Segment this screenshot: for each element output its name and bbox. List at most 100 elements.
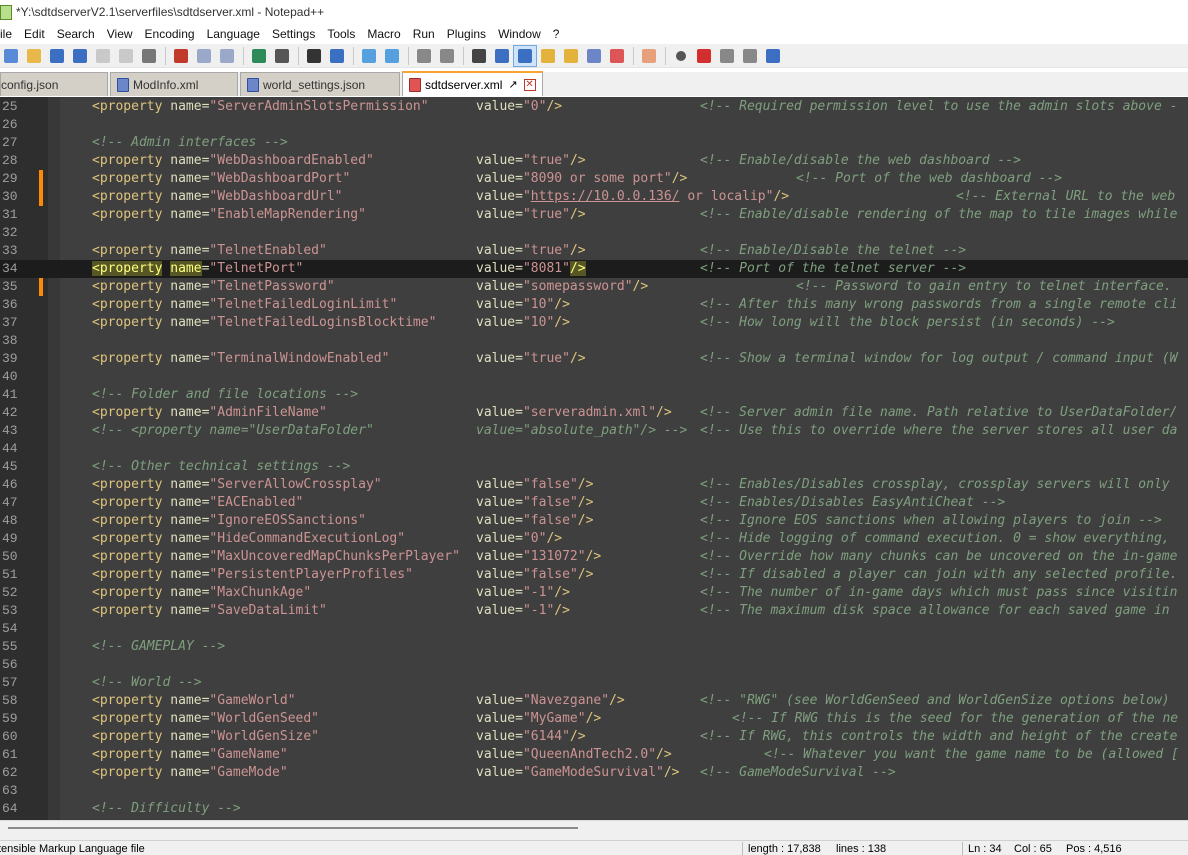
code-line[interactable]: 51 <property name="PersistentPlayerProfil… xyxy=(0,566,1188,584)
stop-macro-button[interactable] xyxy=(693,46,715,66)
indent-guide-button[interactable] xyxy=(513,44,537,67)
tab-sdtdserver-xml[interactable]: sdtdserver.xml ↗ ✕ xyxy=(402,71,543,96)
code-area[interactable]: 25 <property name="ServerAdminSlotsPermis… xyxy=(0,98,1188,818)
attr-name: name xyxy=(170,585,202,600)
code-line[interactable]: 43 <!-- <property name="UserDataFolder" va… xyxy=(0,422,1188,440)
menu-item[interactable]: Search xyxy=(51,24,101,44)
code-line[interactable]: 49 <property name="HideCommandExecutionLo… xyxy=(0,530,1188,548)
scrollbar-thumb[interactable] xyxy=(8,827,578,829)
menu-item[interactable]: Window xyxy=(492,24,547,44)
tab-config-json[interactable]: config.json xyxy=(0,72,108,96)
code-line[interactable]: 39 <property name="TerminalWindowEnabled"… xyxy=(0,350,1188,368)
code-line[interactable]: 36 <property name="TelnetFailedLoginLimit… xyxy=(0,296,1188,314)
code-line[interactable]: 62 <property name="GameMode" value="GameMo… xyxy=(0,764,1188,782)
run-macro-multiple-button[interactable] xyxy=(739,46,761,66)
redo-button[interactable] xyxy=(271,46,293,66)
close-tab-icon[interactable]: ✕ xyxy=(523,78,536,91)
code-line[interactable]: 41 <!-- Folder and file locations --> xyxy=(0,386,1188,404)
code-line[interactable]: 33 <property name="TelnetEnabled" value="t… xyxy=(0,242,1188,260)
menu-item[interactable]: ? xyxy=(547,24,566,44)
open-file-button[interactable] xyxy=(23,46,45,66)
replace-button[interactable] xyxy=(326,46,348,66)
menu-item[interactable]: Settings xyxy=(266,24,321,44)
code-line[interactable]: 56 xyxy=(0,656,1188,674)
menu-item[interactable]: Edit xyxy=(18,24,51,44)
language-button[interactable] xyxy=(537,46,559,66)
attr-name: name xyxy=(170,495,202,510)
code-line[interactable]: 28 <property name="WebDashboardEnabled" va… xyxy=(0,152,1188,170)
code-line[interactable]: 38 xyxy=(0,332,1188,350)
code-line[interactable]: 58 <property name="GameWorld" value="Navez… xyxy=(0,692,1188,710)
menu-item[interactable]: Macro xyxy=(361,24,406,44)
code-line[interactable]: 63 xyxy=(0,782,1188,800)
code-line[interactable]: 47 <property name="EACEnabled" value="fals… xyxy=(0,494,1188,512)
code-line[interactable]: 37 <property name="TelnetFailedLoginsBloc… xyxy=(0,314,1188,332)
paste-button[interactable] xyxy=(216,46,238,66)
menu-item[interactable]: Language xyxy=(201,24,266,44)
code-line[interactable]: 64 <!-- Difficulty --> xyxy=(0,800,1188,818)
code-line[interactable]: 29 <property name="WebDashboardPort" value… xyxy=(0,170,1188,188)
print-button[interactable] xyxy=(138,46,160,66)
menu-item[interactable]: Plugins xyxy=(441,24,492,44)
cut-button[interactable] xyxy=(170,46,192,66)
code-line[interactable]: 53 <property name="SaveDataLimit" value="-… xyxy=(0,602,1188,620)
zoom-out-button[interactable] xyxy=(381,46,403,66)
sync-vertical-button[interactable] xyxy=(413,46,435,66)
show-all-chars-button[interactable] xyxy=(491,46,513,66)
code-line[interactable]: 45 <!-- Other technical settings --> xyxy=(0,458,1188,476)
menu-item[interactable]: Encoding xyxy=(139,24,201,44)
code-line[interactable]: 46 <property name="ServerAllowCrossplay" v… xyxy=(0,476,1188,494)
new-file-button[interactable] xyxy=(0,46,22,66)
code-line[interactable]: 27 <!-- Admin interfaces --> xyxy=(0,134,1188,152)
code-line[interactable]: 55 <!-- GAMEPLAY --> xyxy=(0,638,1188,656)
close-all-button[interactable] xyxy=(115,46,137,66)
save-button[interactable] xyxy=(46,46,68,66)
code-line[interactable]: 44 xyxy=(0,440,1188,458)
code-line[interactable]: 50 <property name="MaxUncoveredMapChunksP… xyxy=(0,548,1188,566)
quote: " xyxy=(365,153,374,168)
code-line[interactable]: 35 <property name="TelnetPassword" value="… xyxy=(0,278,1188,296)
save-macro-button[interactable] xyxy=(762,46,784,66)
code-line[interactable]: 40 xyxy=(0,368,1188,386)
play-macro-button[interactable] xyxy=(716,46,738,66)
menu-item[interactable]: View xyxy=(101,24,139,44)
code-line[interactable]: 42 <property name="AdminFileName" value="s… xyxy=(0,404,1188,422)
function-list-button[interactable] xyxy=(560,46,582,66)
menu-item[interactable]: Tools xyxy=(321,24,361,44)
record-macro-button[interactable] xyxy=(670,46,692,66)
code-line[interactable]: 60 <property name="WorldGenSize" value="61… xyxy=(0,728,1188,746)
copy-button[interactable] xyxy=(193,46,215,66)
property-value: value="true"/> xyxy=(476,350,586,368)
code-line[interactable]: 25 <property name="ServerAdminSlotsPermis… xyxy=(0,98,1188,116)
code-line[interactable]: 61 <property name="GameName" value="QueenA… xyxy=(0,746,1188,764)
code-line[interactable]: 57 <!-- World --> xyxy=(0,674,1188,692)
code-line[interactable]: 54 xyxy=(0,620,1188,638)
word-wrap-button[interactable] xyxy=(468,46,490,66)
editor[interactable]: 25 <property name="ServerAdminSlotsPermis… xyxy=(0,97,1188,820)
code-line[interactable]: 48 <property name="IgnoreEOSSanctions" val… xyxy=(0,512,1188,530)
code-line[interactable]: 30 <property name="WebDashboardUrl" value=… xyxy=(0,188,1188,206)
save-all-button[interactable] xyxy=(69,46,91,66)
sync-horizontal-button[interactable] xyxy=(436,46,458,66)
code-line[interactable]: 26 xyxy=(0,116,1188,134)
tab-world-settings-json[interactable]: world_settings.json xyxy=(240,72,400,96)
folder-workspace-button[interactable] xyxy=(606,46,628,66)
code-line[interactable]: 59 <property name="WorldGenSeed" value="My… xyxy=(0,710,1188,728)
menu-item[interactable]: Run xyxy=(407,24,441,44)
undo-button[interactable] xyxy=(248,46,270,66)
menu-item[interactable]: ile xyxy=(0,24,18,44)
document-map-button[interactable] xyxy=(583,46,605,66)
horizontal-scrollbar[interactable] xyxy=(0,820,1188,840)
code-line[interactable]: 52 <property name="MaxChunkAge" value="-1"… xyxy=(0,584,1188,602)
code-line[interactable]: 32 xyxy=(0,224,1188,242)
zoom-in-button[interactable] xyxy=(358,46,380,66)
monitoring-button[interactable] xyxy=(638,46,660,66)
tag-close: /> xyxy=(554,585,570,600)
code-line[interactable]: 31 <property name="EnableMapRendering" val… xyxy=(0,206,1188,224)
close-button[interactable] xyxy=(92,46,114,66)
code-line[interactable]: 34 <property name="TelnetPort" value="8081… xyxy=(0,260,1188,278)
tab-modinfo-xml[interactable]: ModInfo.xml xyxy=(110,72,238,96)
line-number: 35 xyxy=(2,279,18,294)
pin-icon[interactable]: ↗ xyxy=(508,78,517,91)
find-button[interactable] xyxy=(303,46,325,66)
